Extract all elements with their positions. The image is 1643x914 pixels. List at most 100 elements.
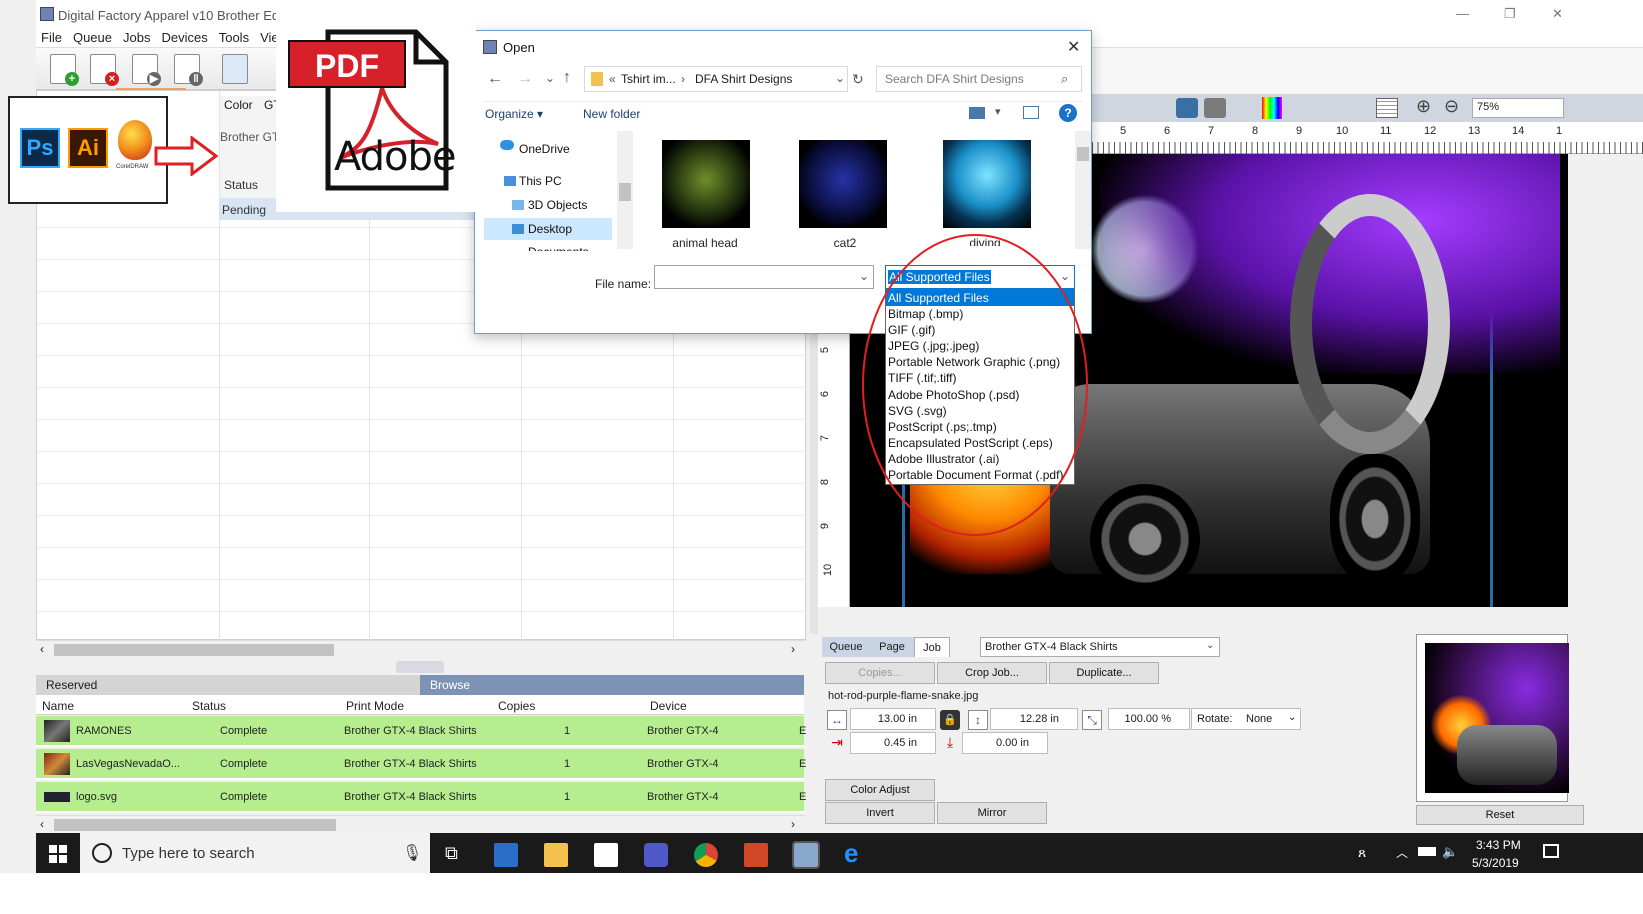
forward-icon[interactable]: → — [517, 70, 533, 88]
address-chevron-icon[interactable]: ⌄ — [835, 71, 845, 85]
scale-input[interactable]: 100.00 % — [1108, 708, 1190, 730]
nav-item-onedrive[interactable]: OneDrive — [519, 142, 570, 156]
col-device[interactable]: Device — [650, 699, 687, 713]
scroll-thumb[interactable] — [54, 644, 334, 656]
invert-button[interactable]: Invert — [825, 802, 935, 824]
up-icon[interactable]: ↑ — [563, 69, 571, 87]
file-thumb-diving[interactable] — [943, 140, 1031, 228]
file-explorer-icon[interactable] — [544, 843, 568, 867]
zoom-out-icon[interactable]: ⊖ — [1444, 96, 1459, 117]
tab-job[interactable]: Job — [914, 637, 950, 657]
microphone-icon[interactable]: 🎙 — [402, 843, 422, 863]
height-input[interactable]: 12.28 in — [990, 708, 1078, 730]
chrome-icon[interactable] — [694, 843, 718, 867]
copies-button[interactable]: Copies... — [825, 662, 935, 684]
digital-factory-taskbar-icon[interactable] — [792, 841, 820, 869]
mirror-button[interactable]: Mirror — [937, 802, 1047, 824]
clock-time[interactable]: 3:43 PM — [1476, 838, 1521, 852]
eye-tool-icon[interactable] — [1204, 98, 1226, 118]
select-tool-icon[interactable] — [1176, 98, 1198, 118]
address-bar[interactable]: « Tshirt im... › DFA Shirt Designs ⌄ — [584, 66, 848, 92]
new-job-icon[interactable]: + — [50, 54, 79, 86]
file-name-input[interactable]: ⌄ — [654, 265, 874, 289]
close-app-button[interactable]: ✕ — [1552, 6, 1563, 22]
col-print-mode[interactable]: Print Mode — [346, 699, 404, 713]
duplicate-button[interactable]: Duplicate... — [1049, 662, 1159, 684]
reserved-tab[interactable]: Reserved — [36, 675, 420, 695]
nav-item-desktop[interactable]: Desktop — [528, 222, 572, 236]
queue-hscrollbar[interactable]: ‹ › — [36, 640, 806, 658]
volume-icon[interactable]: 🔈 — [1442, 844, 1458, 860]
lock-ratio-icon[interactable]: 🔒 — [940, 710, 960, 730]
copy-layout-icon[interactable] — [222, 54, 248, 84]
mail-icon[interactable] — [594, 843, 618, 867]
delete-job-icon[interactable]: × — [90, 54, 119, 86]
tray-chevron-icon[interactable]: ︿ — [1396, 844, 1408, 861]
close-icon[interactable]: ✕ — [1067, 37, 1080, 57]
store-icon[interactable] — [494, 843, 518, 867]
offset-x-input[interactable]: 0.45 in — [850, 732, 936, 754]
teams-icon[interactable] — [644, 843, 668, 867]
breadcrumb-item[interactable]: Tshirt im... — [621, 72, 676, 86]
status-header[interactable]: Status — [224, 178, 258, 192]
people-icon[interactable]: ጸ — [1358, 844, 1366, 861]
jobs-hscrollbar[interactable]: ‹ › — [36, 815, 806, 833]
battery-icon[interactable] — [1418, 847, 1436, 856]
width-input[interactable]: 13.00 in — [850, 708, 936, 730]
nav-item-this-pc[interactable]: This PC — [519, 174, 562, 188]
zoom-in-icon[interactable]: ⊕ — [1416, 96, 1431, 117]
clock-date[interactable]: 5/3/2019 — [1472, 856, 1519, 870]
organize-button[interactable]: Organize ▾ — [485, 107, 543, 121]
rotate-select[interactable]: None — [1246, 713, 1272, 725]
minimize-button[interactable]: — — [1456, 6, 1469, 21]
view-chevron-icon[interactable]: ▾ — [995, 105, 1001, 118]
crop-job-button[interactable]: Crop Job... — [937, 662, 1047, 684]
print-job-icon[interactable]: ▶ — [132, 54, 161, 86]
zoom-select[interactable]: 75% — [1472, 98, 1564, 118]
new-folder-button[interactable]: New folder — [583, 107, 640, 121]
view-icon[interactable] — [969, 107, 985, 119]
browse-tab[interactable]: Browse — [420, 675, 804, 695]
col-color-header[interactable]: Color — [224, 98, 253, 112]
offset-y-input[interactable]: 0.00 in — [962, 732, 1048, 754]
task-view-icon[interactable]: ⧉ — [445, 843, 458, 864]
taskbar-search[interactable]: Type here to search 🎙 — [80, 833, 430, 873]
col-status[interactable]: Status — [192, 699, 226, 713]
table-row[interactable]: LasVegasNevadaO... Complete Brother GTX-… — [36, 749, 806, 780]
device-select[interactable]: Brother GTX-4 Black Shirts — [980, 637, 1220, 657]
refresh-icon[interactable]: ↻ — [852, 71, 864, 88]
menu-tools[interactable]: Tools — [219, 28, 249, 48]
file-label[interactable]: animal head — [650, 236, 760, 250]
nav-item-documents[interactable]: Documents — [528, 245, 589, 251]
nav-item-3d-objects[interactable]: 3D Objects — [528, 198, 587, 212]
tab-queue[interactable]: Queue — [822, 637, 870, 657]
col-name[interactable]: Name — [42, 699, 74, 713]
menu-queue[interactable]: Queue — [73, 28, 112, 48]
scroll-thumb[interactable] — [54, 819, 336, 831]
tab-page[interactable]: Page — [870, 637, 914, 657]
grid-toggle-icon[interactable] — [1376, 98, 1398, 118]
file-thumb-animal-head[interactable] — [662, 140, 750, 228]
table-row[interactable]: logo.svg Complete Brother GTX-4 Black Sh… — [36, 782, 806, 813]
col-copies[interactable]: Copies — [498, 699, 535, 713]
pause-job-icon[interactable]: ‖ — [174, 54, 203, 86]
menu-devices[interactable]: Devices — [161, 28, 207, 48]
help-icon[interactable]: ? — [1059, 104, 1077, 122]
preview-pane-icon[interactable] — [1023, 106, 1039, 119]
powerpoint-icon[interactable] — [744, 843, 768, 867]
maximize-button[interactable]: ❐ — [1504, 6, 1516, 22]
file-thumb-cat2[interactable] — [799, 140, 887, 228]
notifications-icon[interactable] — [1543, 844, 1559, 858]
search-input[interactable]: Search DFA Shirt Designs ⌕ — [876, 66, 1082, 92]
menu-jobs[interactable]: Jobs — [123, 28, 150, 48]
edge-icon[interactable]: e — [844, 838, 858, 869]
reset-button[interactable]: Reset — [1416, 805, 1584, 825]
breadcrumb-item[interactable]: DFA Shirt Designs — [695, 72, 792, 86]
menu-file[interactable]: File — [41, 28, 62, 48]
start-button[interactable] — [36, 833, 80, 873]
recent-chevron-icon[interactable]: ⌄ — [545, 71, 555, 85]
color-palette-icon[interactable] — [1262, 97, 1282, 119]
color-adjust-button[interactable]: Color Adjust — [825, 779, 935, 801]
panel-splitter[interactable] — [396, 661, 444, 673]
table-row[interactable]: RAMONES Complete Brother GTX-4 Black Shi… — [36, 716, 806, 747]
